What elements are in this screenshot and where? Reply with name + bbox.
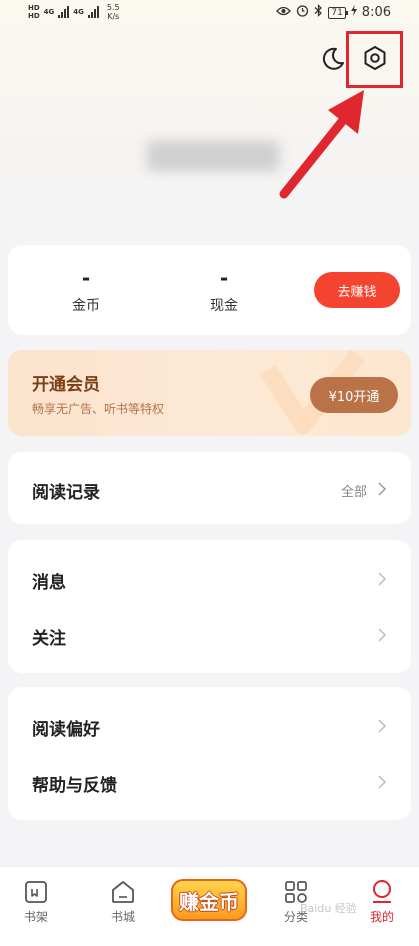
hd-indicators: HD HD (28, 4, 40, 20)
chevron-right-icon (378, 775, 387, 789)
speed-value: 5.5 (106, 3, 120, 12)
vip-open-button[interactable]: ¥10开通 (310, 377, 398, 413)
book-icon (25, 881, 47, 903)
gear-icon[interactable] (362, 45, 388, 75)
reading-history-card[interactable]: 阅读记录 全部 (8, 452, 411, 524)
vip-subtitle: 畅享无广告、听书等特权 (32, 402, 165, 416)
status-bar: HD HD 4G 4G 5.5 K/s 71 8:06 (0, 0, 419, 26)
vip-title: 开通会员 (32, 375, 100, 395)
watermark: Baidu 经验 (300, 902, 357, 915)
coins-label: 金币 (72, 298, 100, 314)
alarm-icon (296, 4, 309, 21)
status-left: HD HD 4G 4G 5.5 K/s (28, 3, 120, 21)
network-label-1: 4G (43, 8, 55, 16)
bluetooth-icon (314, 4, 323, 21)
menu-item-label: 关注 (32, 629, 66, 649)
nav-bookshelf[interactable]: 书架 (6, 879, 66, 925)
chevron-right-icon (378, 572, 387, 586)
chevron-right-icon (378, 628, 387, 642)
network-speed: 5.5 K/s (107, 3, 120, 21)
nav-bookstore[interactable]: 书城 (93, 879, 153, 925)
eye-icon (276, 5, 292, 20)
menu-item-label: 消息 (32, 573, 66, 593)
charging-icon (350, 5, 357, 20)
nav-earn-coins[interactable]: 赚金币 (170, 877, 248, 923)
wallet-card: - 金币 - 现金 去赚钱 (8, 245, 411, 335)
menu-item-label: 阅读偏好 (32, 720, 100, 740)
signal-icon-2 (87, 6, 99, 18)
earn-money-button[interactable]: 去赚钱 (314, 272, 400, 308)
speed-unit: K/s (107, 12, 120, 21)
clock: 8:06 (361, 5, 391, 20)
coins-value: - (81, 266, 91, 290)
earn-coins-badge: 赚金币 (171, 879, 247, 921)
reading-history-title: 阅读记录 (32, 483, 100, 503)
menu-item-label: 帮助与反馈 (32, 776, 117, 796)
reading-history-all[interactable]: 全部 (341, 481, 367, 500)
cash-block[interactable]: - 现金 (184, 267, 264, 315)
signal-icon (58, 6, 70, 18)
nav-mine[interactable]: 我的 (352, 879, 412, 925)
coins-block[interactable]: - 金币 (46, 267, 126, 315)
status-right: 71 8:06 (276, 4, 391, 21)
vip-banner[interactable]: 开通会员 畅享无广告、听书等特权 ¥10开通 (8, 350, 411, 436)
hd-label-1: HD (28, 4, 40, 12)
chevron-right-icon (378, 719, 387, 733)
moon-icon[interactable] (318, 44, 348, 74)
username-blurred (147, 141, 279, 171)
settings-button-highlight[interactable] (346, 31, 403, 88)
cash-value: - (219, 266, 229, 290)
hd-label-2: HD (28, 12, 40, 20)
nav-bookstore-label: 书城 (110, 910, 135, 924)
profile-icon (373, 880, 391, 903)
menu-group-2: 阅读偏好 帮助与反馈 (8, 687, 411, 820)
cash-label: 现金 (210, 298, 238, 314)
battery-icon: 71 (328, 6, 349, 19)
network-label-2: 4G (73, 8, 84, 16)
nav-bookshelf-label: 书架 (23, 910, 48, 924)
nav-mine-label: 我的 (369, 910, 394, 924)
menu-group-1: 消息 关注 (8, 540, 411, 673)
home-icon (112, 881, 134, 903)
annotation-arrow (279, 90, 364, 199)
chevron-right-icon (378, 482, 387, 496)
